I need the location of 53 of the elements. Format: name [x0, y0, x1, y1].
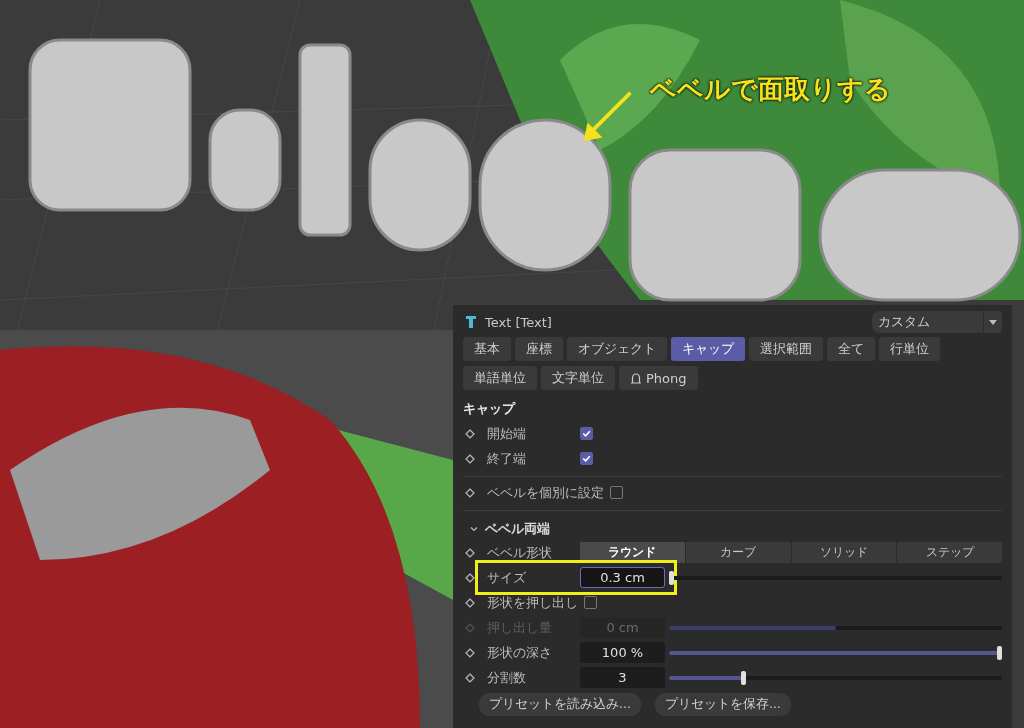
section-title: キャップ: [463, 400, 517, 418]
callout-text: ベベルで面取りする: [650, 73, 891, 106]
diamond-icon[interactable]: [465, 572, 475, 583]
checkbox[interactable]: [584, 596, 597, 609]
tab[interactable]: 全て: [827, 337, 875, 361]
number-field[interactable]: 0.3 cm: [580, 567, 665, 588]
number-field[interactable]: 100 %: [580, 642, 665, 663]
tab[interactable]: 基本: [463, 337, 511, 361]
text-object-icon: [465, 314, 477, 330]
slider-thumb[interactable]: [669, 570, 674, 585]
checkbox[interactable]: [610, 486, 623, 499]
slider[interactable]: [669, 645, 1002, 660]
field-label: 分割数: [487, 668, 527, 687]
checkbox[interactable]: [580, 452, 593, 465]
bell-icon: [630, 372, 642, 384]
diamond-icon[interactable]: [465, 597, 475, 608]
chevron-icon[interactable]: [469, 524, 479, 534]
field-label: 開始端: [487, 424, 527, 443]
diamond-icon[interactable]: [465, 453, 475, 464]
diamond-icon[interactable]: [465, 672, 475, 683]
diamond-icon[interactable]: [465, 428, 475, 439]
slider[interactable]: [669, 670, 1002, 685]
shape-option[interactable]: ステップ: [897, 542, 1002, 563]
tab[interactable]: 行単位: [879, 337, 940, 361]
tab[interactable]: 文字単位: [541, 366, 615, 390]
group-title: ベベル両端: [485, 520, 550, 538]
diamond-icon[interactable]: [465, 547, 475, 558]
field-label: ベベル形状: [487, 543, 553, 562]
field-label: 終了端: [487, 449, 527, 468]
slider-thumb[interactable]: [741, 670, 747, 685]
object-title: Text [Text]: [485, 314, 553, 330]
number-field[interactable]: 3: [580, 667, 665, 688]
preset-dropdown[interactable]: カスタム: [872, 311, 1002, 333]
slider-thumb[interactable]: [997, 645, 1002, 660]
preset-button[interactable]: プリセットを保存...: [654, 693, 791, 716]
tab[interactable]: Phong: [619, 366, 698, 390]
diamond-icon[interactable]: [465, 647, 475, 658]
field-label: サイズ: [487, 568, 527, 587]
field-label: 形状の深さ: [487, 643, 553, 662]
field-label: ベベルを個別に設定: [487, 483, 604, 502]
tab[interactable]: オブジェクト: [567, 337, 667, 361]
preset-button[interactable]: プリセットを読み込み...: [479, 693, 641, 716]
tab[interactable]: キャップ: [671, 337, 745, 361]
shape-option[interactable]: ソリッド: [791, 542, 897, 563]
shape-option[interactable]: カーブ: [685, 542, 791, 563]
slider[interactable]: [669, 570, 1002, 585]
field-label: 形状を押し出し: [487, 593, 578, 612]
checkbox[interactable]: [580, 427, 593, 440]
tab[interactable]: 選択範囲: [749, 337, 823, 361]
tab[interactable]: 座標: [515, 337, 563, 361]
diamond-icon[interactable]: [465, 487, 475, 498]
tab[interactable]: 単語単位: [463, 366, 537, 390]
caret-icon: [989, 319, 997, 325]
